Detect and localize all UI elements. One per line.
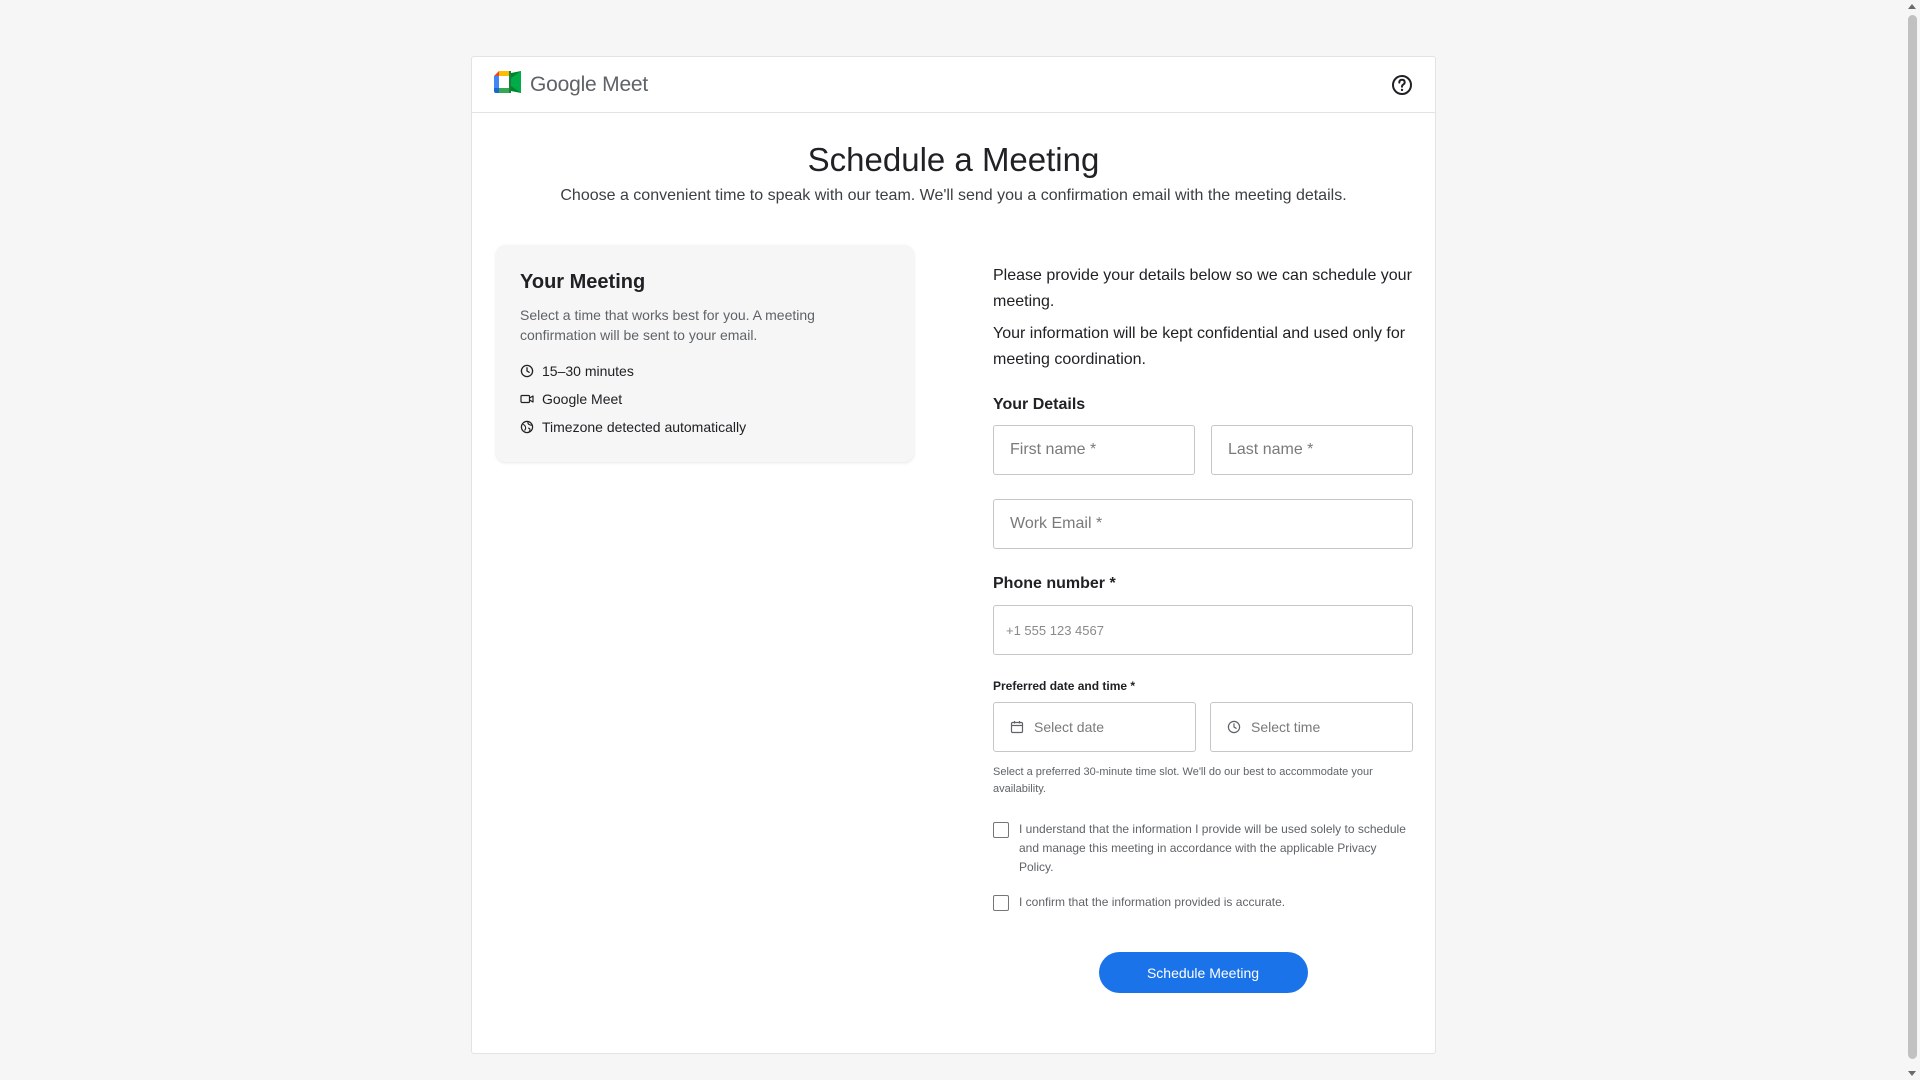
work-email-input[interactable] — [993, 499, 1413, 549]
accuracy-consent-checkbox[interactable] — [993, 895, 1009, 911]
meeting-title: Your Meeting — [520, 271, 646, 293]
phone-input[interactable] — [993, 605, 1413, 655]
meeting-timezone: Timezone detected automatically — [520, 413, 890, 441]
scheduling-form: Please provide your details below so we … — [993, 263, 1413, 993]
hero: Schedule a Meeting Choose a convenient t… — [472, 113, 1435, 205]
date-placeholder: Select date — [1034, 719, 1105, 735]
page-scrollbar[interactable] — [1905, 0, 1920, 1080]
date-picker[interactable]: Select date — [993, 702, 1196, 752]
globe-icon — [520, 420, 534, 434]
scheduling-card: Google Meet Schedule a Meeting Choose a … — [471, 56, 1436, 1054]
help-button[interactable] — [1389, 72, 1415, 98]
meeting-timezone-label: Timezone detected automatically — [542, 419, 747, 435]
scroll-down-icon[interactable] — [1908, 1071, 1916, 1076]
meeting-platform-label: Google Meet — [542, 391, 623, 407]
brand-name: Google Meet — [530, 72, 649, 96]
brand: Google Meet — [494, 71, 648, 98]
time-placeholder: Select time — [1251, 719, 1321, 735]
details-heading: Your Details — [993, 396, 1086, 413]
timeslot-hint: Select a preferred 30-minute time slot. … — [993, 766, 1373, 795]
accuracy-consent: I confirm that the information provided … — [993, 893, 1413, 912]
phone-label: Phone number * — [993, 575, 1116, 592]
calendar-icon — [1010, 721, 1024, 734]
meeting-meta-list: 15–30 minutes Google Meet Timezone detec… — [520, 357, 890, 441]
meeting-duration-label: 15–30 minutes — [542, 363, 634, 379]
page-title: Schedule a Meeting — [807, 141, 1100, 178]
meeting-platform: Google Meet — [520, 385, 890, 413]
meeting-duration: 15–30 minutes — [520, 357, 890, 385]
form-intro: Please provide your details below so we … — [993, 267, 1412, 310]
clock-icon — [1227, 720, 1241, 734]
help-circle-icon — [1392, 74, 1412, 95]
accuracy-consent-label: I confirm that the information provided … — [1019, 895, 1286, 909]
first-name-input[interactable] — [993, 425, 1195, 475]
time-picker[interactable]: Select time — [1210, 702, 1413, 752]
datetime-label: Preferred date and time * — [993, 679, 1136, 693]
submit-area: Schedule Meeting — [993, 952, 1413, 993]
last-name-input[interactable] — [1211, 425, 1413, 475]
privacy-consent-label: I understand that the information I prov… — [1019, 822, 1406, 874]
privacy-consent: I understand that the information I prov… — [993, 820, 1413, 877]
meeting-summary: Your Meeting Select a time that works be… — [496, 245, 914, 462]
scroll-up-icon[interactable] — [1908, 4, 1916, 9]
meeting-description: Select a time that works best for you. A… — [520, 307, 815, 343]
privacy-consent-checkbox[interactable] — [993, 822, 1009, 838]
form-privacy-note: Your information will be kept confidenti… — [993, 325, 1406, 368]
schedule-meeting-button[interactable]: Schedule Meeting — [1098, 952, 1308, 993]
scroll-thumb[interactable] — [1908, 15, 1917, 1059]
app-header: Google Meet — [472, 57, 1435, 113]
datetime-row: Select date Select time — [993, 702, 1413, 752]
video-camera-icon — [520, 394, 534, 404]
clock-icon — [520, 364, 534, 378]
name-row — [993, 425, 1413, 475]
page-subtitle: Choose a convenient time to speak with o… — [560, 187, 1347, 204]
google-meet-logo-icon — [494, 71, 521, 98]
